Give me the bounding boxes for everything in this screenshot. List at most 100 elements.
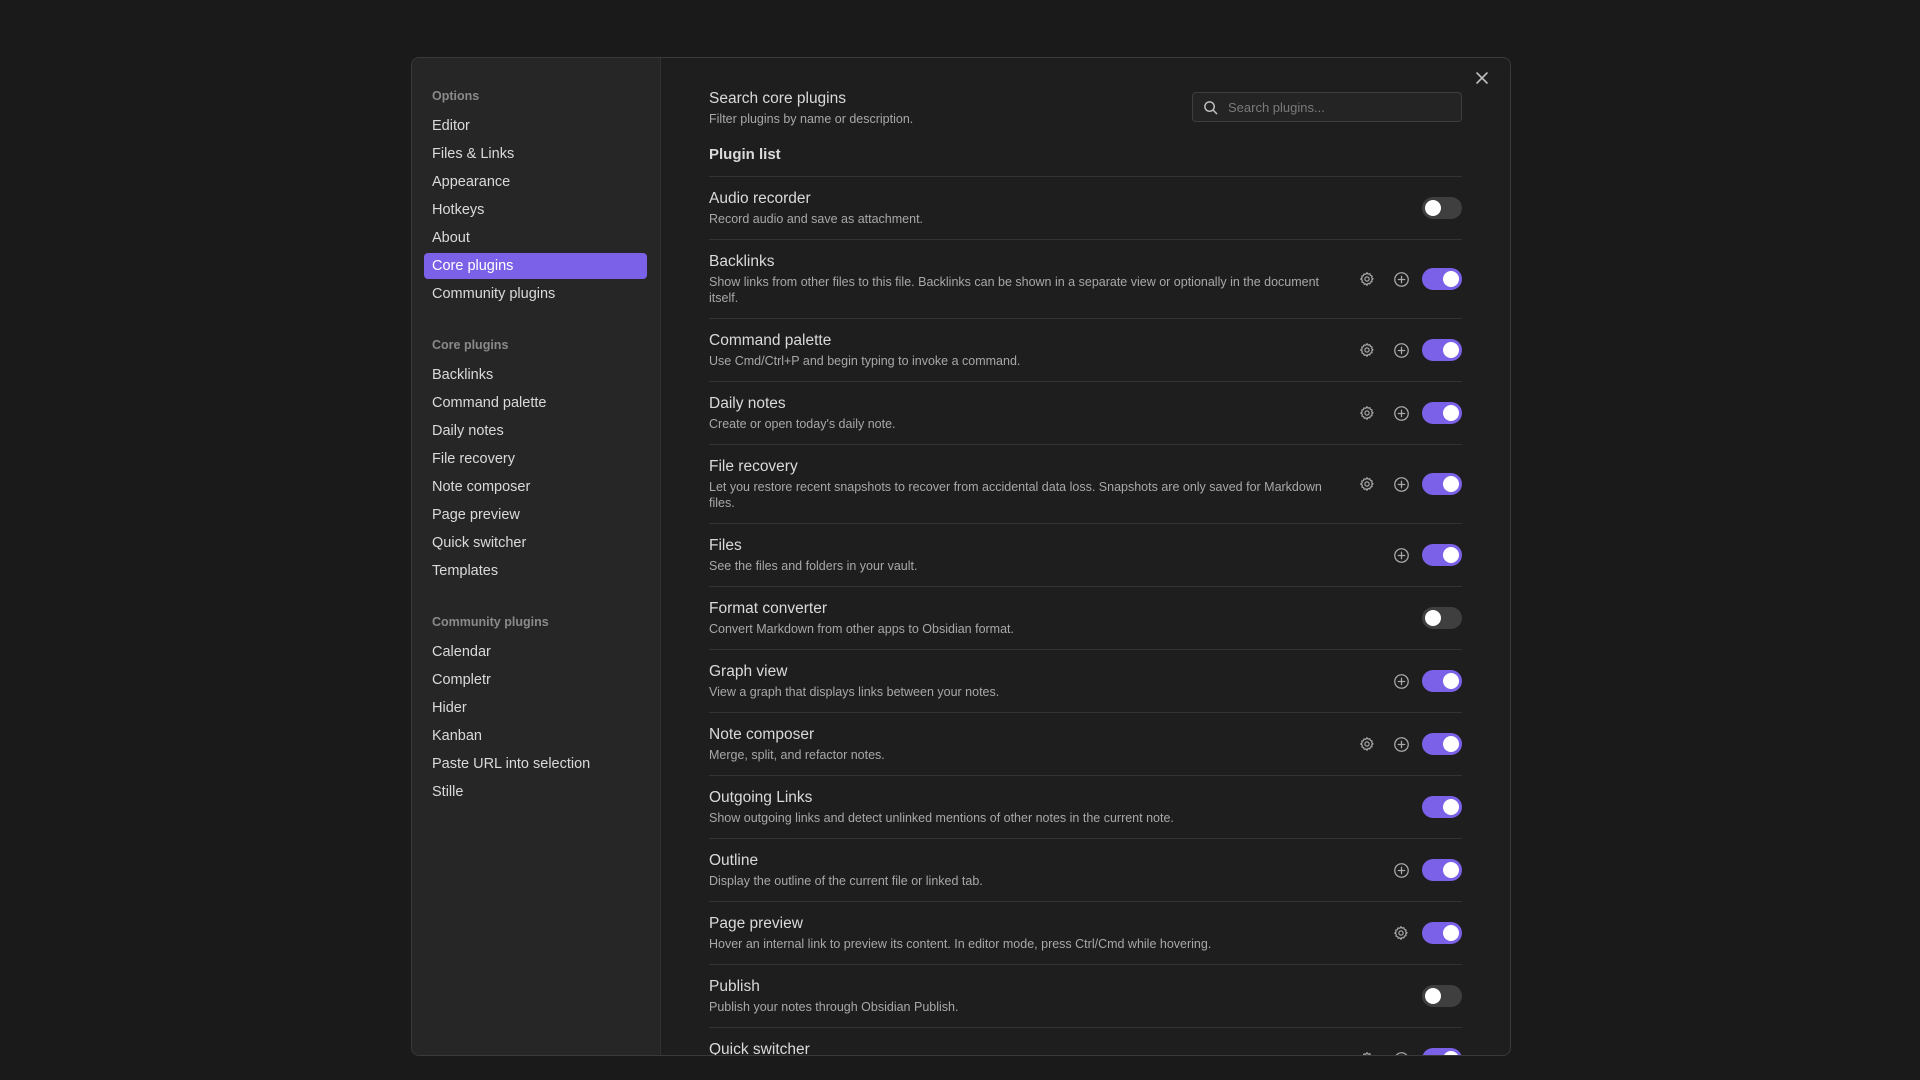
sidebar-core-item-note-composer[interactable]: Note composer — [424, 474, 647, 500]
sidebar-core-item-file-recovery[interactable]: File recovery — [424, 446, 647, 472]
sidebar-community-item-paste-url-into-selection[interactable]: Paste URL into selection — [424, 751, 647, 777]
sidebar-item-hotkeys[interactable]: Hotkeys — [424, 197, 647, 223]
plugin-description: View a graph that displays links between… — [709, 685, 1000, 699]
plugin-toggle[interactable] — [1422, 922, 1462, 944]
sidebar-community-item-stille[interactable]: Stille — [424, 779, 647, 805]
plugin-toggle[interactable] — [1422, 670, 1462, 692]
plus-circle-icon — [1393, 271, 1409, 287]
close-button[interactable] — [1470, 66, 1494, 90]
plugin-name: Graph view — [709, 663, 788, 680]
sidebar-community-item-calendar[interactable]: Calendar — [424, 639, 647, 665]
plugin-info: Quick switcherUse Cmd/Ctrl+O to quickly … — [709, 1040, 1350, 1055]
plugin-toggle[interactable] — [1422, 1048, 1462, 1055]
plugin-controls — [1350, 264, 1462, 294]
sidebar-item-appearance[interactable]: Appearance — [424, 169, 647, 195]
plugin-info: File recovery Let you restore recent snap… — [709, 457, 1350, 511]
plugin-settings-button[interactable] — [1350, 398, 1384, 428]
plugin-toggle[interactable] — [1422, 268, 1462, 290]
plugin-hotkeys-button[interactable] — [1384, 666, 1418, 696]
plugin-row-backlinks: Backlinks Show links from other files to … — [709, 240, 1462, 319]
plus-circle-icon — [1393, 736, 1409, 752]
gear-icon — [1360, 737, 1374, 751]
sidebar-item-files-links[interactable]: Files & Links — [424, 141, 647, 167]
plugin-settings-button[interactable] — [1350, 335, 1384, 365]
plugin-toggle[interactable] — [1422, 796, 1462, 818]
plugin-name: Note composer — [709, 726, 815, 743]
plugin-name: Backlinks — [709, 253, 775, 270]
sidebar-core-item-page-preview[interactable]: Page preview — [424, 502, 647, 528]
plugin-toggle[interactable] — [1422, 197, 1462, 219]
plugin-settings-button[interactable] — [1350, 729, 1384, 759]
plugin-toggle[interactable] — [1422, 859, 1462, 881]
gear-icon — [1394, 926, 1408, 940]
plugin-row-page-preview: Page preview Hover an internal link to pr… — [709, 902, 1462, 965]
plus-circle-icon — [1393, 547, 1409, 563]
sidebar-community-item-completr[interactable]: Completr — [424, 667, 647, 693]
sidebar-core-item-daily-notes[interactable]: Daily notes — [424, 418, 647, 444]
plugin-toggle[interactable] — [1422, 402, 1462, 424]
plugin-hotkeys-button[interactable] — [1384, 398, 1418, 428]
plugin-hotkeys-button[interactable] — [1384, 469, 1418, 499]
sidebar-core-item-templates[interactable]: Templates — [424, 558, 647, 584]
plus-circle-icon — [1393, 342, 1409, 358]
plugin-name: Quick switcher — [709, 1041, 810, 1055]
search-icon — [1204, 100, 1218, 114]
plugin-hotkeys-button[interactable] — [1384, 264, 1418, 294]
plugin-settings-button[interactable] — [1350, 264, 1384, 294]
plugin-description: Record audio and save as attachment. — [709, 212, 924, 226]
plugin-toggle[interactable] — [1422, 339, 1462, 361]
plugin-toggle[interactable] — [1422, 733, 1462, 755]
sidebar-item-core-plugins[interactable]: Core plugins — [424, 253, 647, 279]
sidebar-item-community-plugins[interactable]: Community plugins — [424, 281, 647, 307]
search-input[interactable] — [1226, 98, 1440, 116]
plugin-controls — [1350, 729, 1462, 759]
sidebar-core-item-backlinks[interactable]: Backlinks — [424, 362, 647, 388]
plus-circle-icon — [1393, 673, 1409, 689]
plugin-list-heading: Plugin list — [709, 146, 1462, 177]
sidebar-core-item-command-palette[interactable]: Command palette — [424, 390, 647, 416]
plugin-settings-button[interactable] — [1350, 469, 1384, 499]
plugin-hotkeys-button[interactable] — [1384, 1044, 1418, 1055]
sidebar-item-editor[interactable]: Editor — [424, 113, 647, 139]
plugin-toggle[interactable] — [1422, 985, 1462, 1007]
plugin-info: Graph view View a graph that displays lin… — [709, 662, 1384, 700]
plugin-description: Convert Markdown from other apps to Obsi… — [709, 622, 1014, 636]
community-plugins-group: Community plugins Calendar Completr Hider K… — [412, 615, 660, 805]
plugin-controls — [1350, 469, 1462, 499]
plugin-name: Outline — [709, 852, 759, 869]
sidebar-core-item-quick-switcher[interactable]: Quick switcher — [424, 530, 647, 556]
plugin-settings-button[interactable] — [1384, 918, 1418, 948]
plugin-hotkeys-button[interactable] — [1384, 540, 1418, 570]
plugin-toggle[interactable] — [1422, 544, 1462, 566]
plugin-description: Use Cmd/Ctrl+P and begin typing to invok… — [709, 354, 1021, 368]
options-group: Options Editor Files & Links Appearance Hot… — [412, 89, 660, 307]
plugin-controls — [1418, 197, 1462, 219]
plugin-settings-button[interactable] — [1350, 1044, 1384, 1055]
sidebar-community-item-hider[interactable]: Hider — [424, 695, 647, 721]
plugin-name: Page preview — [709, 915, 803, 932]
plugin-row-publish: Publish Publish your notes through Obsidi… — [709, 965, 1462, 1028]
gear-icon — [1363, 1052, 1371, 1055]
plugin-hotkeys-button[interactable] — [1384, 729, 1418, 759]
plugin-controls — [1418, 796, 1462, 818]
plugin-info: Outgoing Links Show outgoing links and de… — [709, 788, 1418, 826]
plugin-hotkeys-button[interactable] — [1384, 855, 1418, 885]
plugin-info: Audio recorder Record audio and save as a… — [709, 189, 1418, 227]
plugin-description: Hover an internal link to preview its co… — [709, 937, 1212, 951]
settings-content: Search core plugins Filter plugins by na… — [661, 58, 1510, 1055]
plugin-hotkeys-button[interactable] — [1384, 335, 1418, 365]
sidebar-item-about[interactable]: About — [424, 225, 647, 251]
sidebar-community-item-kanban[interactable]: Kanban — [424, 723, 647, 749]
plugin-controls — [1350, 398, 1462, 428]
plugin-info: Publish Publish your notes through Obsidi… — [709, 977, 1418, 1015]
plugin-row-command-palette: Command palette Use Cmd/Ctrl+P and begin … — [709, 319, 1462, 382]
plugin-description: Publish your notes through Obsidian Publ… — [709, 1000, 959, 1014]
toggle-knob — [1443, 862, 1459, 878]
plus-circle-icon — [1393, 476, 1409, 492]
plugin-name: Files — [709, 537, 742, 554]
plugin-toggle[interactable] — [1422, 607, 1462, 629]
plugin-info: Note composer Merge, split, and refactor … — [709, 725, 1350, 763]
plugin-row-format-converter: Format converter Convert Markdown from ot… — [709, 587, 1462, 650]
plugin-toggle[interactable] — [1422, 473, 1462, 495]
plugin-row-quick-switcher: Quick switcherUse Cmd/Ctrl+O to quickly … — [709, 1028, 1462, 1055]
